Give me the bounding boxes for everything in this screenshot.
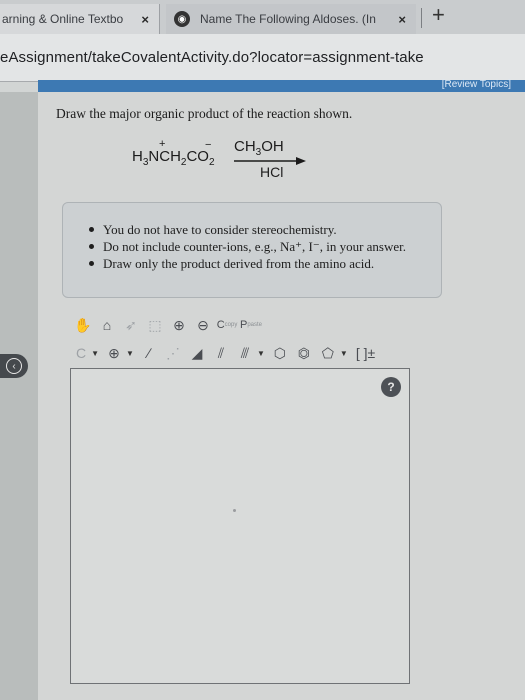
bracket-icon[interactable]: [ ]± xyxy=(354,344,377,362)
tab-title: arning & Online Textbo xyxy=(2,12,124,26)
question-text: Draw the major organic product of the re… xyxy=(56,106,353,121)
charge-icon[interactable]: ⊕ xyxy=(105,344,123,362)
drawing-canvas[interactable]: ? xyxy=(70,368,410,684)
drawing-toolbar-bottom: C ▼ ⊕ ▼ ∕ ⋰ ◢ ⫽ ⫻ ▼ ⬡ ⏣ ⬠ ▼ [ ]± xyxy=(74,342,377,364)
wedge-bond-icon[interactable]: ◢ xyxy=(188,344,206,362)
assignment-header-bar: [Review Topics] xyxy=(38,79,525,92)
reagent-ch: CH xyxy=(234,138,256,155)
chevron-left-icon: ‹ xyxy=(6,358,22,374)
instruction-item: Do not include counter-ions, e.g., Na⁺, … xyxy=(89,238,441,255)
paste-button[interactable]: Ppaste xyxy=(239,316,263,334)
triple-bond-icon[interactable]: ⫻ xyxy=(236,344,254,362)
globe-icon: ◉ xyxy=(174,11,190,27)
erase-icon[interactable]: ⌂ xyxy=(98,316,116,334)
instruction-item: You do not have to consider stereochemis… xyxy=(89,221,441,238)
cyclopentane-icon[interactable]: ⬠ xyxy=(319,344,337,362)
close-icon[interactable]: × xyxy=(141,12,149,27)
help-icon[interactable]: ? xyxy=(381,377,401,397)
select-icon[interactable]: ⬚ xyxy=(146,316,164,334)
canvas-dot xyxy=(233,509,236,512)
reactant-formula: H3NCH2CO2 + − xyxy=(132,138,215,168)
hand-icon[interactable]: ✋ xyxy=(74,316,92,334)
reagent-oh: OH xyxy=(261,138,284,155)
atom-selector[interactable]: C xyxy=(74,344,88,362)
chevron-down-icon[interactable]: ▼ xyxy=(257,349,265,358)
drawing-toolbar-top: ✋ ⌂ ➶ ⬚ ⊕ ⊖ Ccopy Ppaste xyxy=(74,314,263,336)
chevron-down-icon[interactable]: ▼ xyxy=(126,349,134,358)
zoom-in-icon[interactable]: ⊕ xyxy=(170,316,188,334)
url-text[interactable]: eAssignment/takeCovalentActivity.do?loca… xyxy=(0,49,424,66)
lasso-icon[interactable]: ➶ xyxy=(122,316,140,334)
reagent-methanol: CH3OH xyxy=(234,138,284,158)
copy-button[interactable]: Ccopy xyxy=(216,316,238,334)
copy-label: copy xyxy=(224,322,238,328)
instructions-box: You do not have to consider stereochemis… xyxy=(62,202,442,298)
tab-title: Name The Following Aldoses. (In xyxy=(200,12,376,26)
collapse-panel-handle[interactable]: ‹ xyxy=(0,354,28,378)
zoom-out-icon[interactable]: ⊖ xyxy=(194,316,212,334)
reactant-sub: 2 xyxy=(208,157,215,168)
address-bar[interactable]: eAssignment/takeCovalentActivity.do?loca… xyxy=(0,34,525,82)
instruction-item: Draw only the product derived from the a… xyxy=(89,255,441,272)
paste-label: paste xyxy=(247,322,263,328)
close-icon[interactable]: × xyxy=(398,12,406,27)
new-tab-button[interactable]: + xyxy=(432,2,445,28)
browser-tab-bar: arning & Online Textbo × ◉ Name The Foll… xyxy=(0,0,525,34)
reactant-nch: NCH xyxy=(148,148,181,165)
single-bond-icon[interactable]: ∕ xyxy=(140,344,158,362)
reactant-h: H xyxy=(132,148,143,165)
benzene-icon[interactable]: ⏣ xyxy=(295,344,313,362)
copy-letter: C xyxy=(216,319,225,331)
positive-charge: + xyxy=(159,138,166,150)
dashed-bond-icon[interactable]: ⋰ xyxy=(164,344,182,362)
review-topics-link[interactable]: [Review Topics] xyxy=(442,79,511,90)
chevron-down-icon[interactable]: ▼ xyxy=(91,349,99,358)
browser-tab-aldoses[interactable]: ◉ Name The Following Aldoses. (In × xyxy=(166,4,416,34)
double-bond-icon[interactable]: ⫽ xyxy=(212,344,230,362)
cyclohexane-icon[interactable]: ⬡ xyxy=(271,344,289,362)
question-panel: Draw the major organic product of the re… xyxy=(38,92,525,700)
browser-tab-textbook[interactable]: arning & Online Textbo × xyxy=(0,4,160,34)
paste-letter: P xyxy=(239,319,248,331)
negative-charge: − xyxy=(205,139,212,151)
tab-divider xyxy=(421,8,422,28)
reagent-hcl: HCl xyxy=(260,164,284,180)
chevron-down-icon[interactable]: ▼ xyxy=(340,349,348,358)
